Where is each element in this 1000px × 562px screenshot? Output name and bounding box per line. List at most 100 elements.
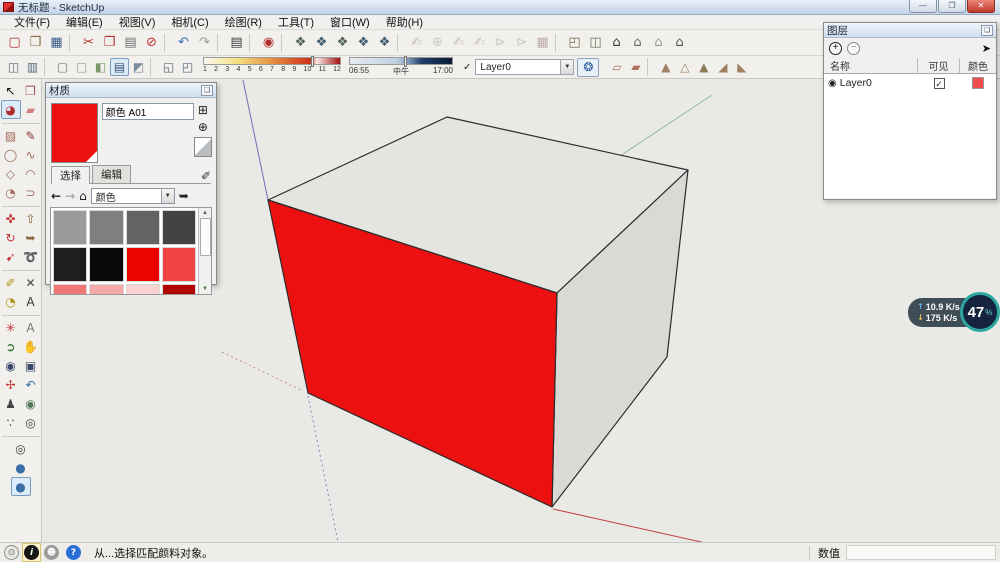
protractor-tool[interactable]: ◔ (1, 292, 21, 311)
pie-tool[interactable]: ◔ (1, 183, 21, 202)
menu-item[interactable]: 编辑(E) (58, 14, 111, 30)
select-tool[interactable]: ↖ (1, 81, 21, 100)
grid-disabled-button[interactable]: ▦ (532, 33, 553, 53)
wireframe-mode-button[interactable]: ▢ (53, 58, 72, 76)
flag-disabled-button[interactable]: ⊳ (490, 33, 511, 53)
scrollbar-thumb[interactable] (200, 218, 211, 256)
layer-row[interactable]: ◉ Layer0 ✓ (824, 74, 996, 92)
line-tool[interactable]: ✎ (21, 126, 41, 145)
color-swatch[interactable] (53, 210, 87, 245)
move-tool[interactable]: ✜ (1, 209, 21, 228)
section-target-tool[interactable]: ◎ (11, 439, 31, 458)
layer-manager-button[interactable]: ❂ (577, 58, 599, 77)
tab-edit[interactable]: 编辑 (92, 165, 131, 183)
color-swatch[interactable] (126, 247, 160, 282)
undo-button[interactable]: ↶ (173, 33, 194, 53)
layer-color-chip[interactable] (972, 77, 984, 89)
detail-arrow-button[interactable]: ➥ (179, 189, 189, 203)
shadow-month-slider[interactable] (203, 57, 341, 65)
scale-tool[interactable]: ➹ (1, 247, 21, 266)
menu-item[interactable]: 绘图(R) (217, 14, 270, 30)
scroll-down-icon[interactable]: ▼ (202, 284, 208, 294)
walk-disabled-button[interactable]: ✍ (406, 33, 427, 53)
close-icon[interactable]: ❏ (981, 25, 993, 36)
add-layer-button[interactable]: + (829, 42, 842, 55)
hidden-line-mode-button[interactable]: □ (72, 58, 91, 76)
layers-panel-titlebar[interactable]: 图层 ❏ (824, 23, 996, 38)
collection-dropdown[interactable]: 颜色 ▼ (91, 188, 175, 204)
look-around-tool[interactable]: ◉ (21, 394, 41, 413)
sample-paint-button[interactable]: ⊕ (198, 120, 208, 134)
menu-item[interactable]: 工具(T) (270, 14, 322, 30)
sandbox-scratch-button[interactable]: △ (675, 58, 694, 76)
orbit-disabled-button[interactable]: ⊕ (427, 33, 448, 53)
print-button[interactable]: ▤ (226, 33, 247, 53)
section-plane-button[interactable]: ▱ (607, 58, 626, 76)
eraser-tool[interactable]: ▰ (21, 100, 41, 119)
back-edges-button[interactable]: ▥ (23, 58, 42, 76)
layer-dropdown[interactable]: ✓ Layer0 ▼ ❂ (463, 58, 599, 77)
memory-usage-badge[interactable]: 47 % (960, 292, 1000, 332)
credits-button[interactable]: i (24, 545, 39, 560)
color-swatch[interactable] (162, 284, 196, 295)
house-outline-button[interactable]: ⌂ (648, 33, 669, 53)
eyedropper-icon[interactable]: ✐ (201, 169, 211, 183)
tab-select[interactable]: 选择 (51, 166, 90, 184)
color-swatch[interactable] (53, 284, 87, 295)
home-icon[interactable]: ⌂ (79, 189, 87, 203)
paint-bucket-tool[interactable]: ◕ (1, 100, 21, 119)
erase-button[interactable]: ⊘ (141, 33, 162, 53)
restore-button[interactable]: ❐ (938, 0, 966, 13)
house-box-button[interactable]: ⌂ (627, 33, 648, 53)
create-material-button[interactable]: ⊞ (198, 103, 208, 117)
sandbox-stamp-button[interactable]: ◢ (713, 58, 732, 76)
help-button[interactable]: ? (66, 545, 81, 560)
circle-tool[interactable]: ◯ (1, 145, 21, 164)
column-name[interactable]: 名称 (824, 58, 918, 73)
redo-button[interactable]: ↷ (194, 33, 215, 53)
monochrome-mode-button[interactable]: ◩ (129, 58, 148, 76)
color-swatch[interactable] (89, 284, 123, 295)
pose2-disabled-button[interactable]: ✍ (469, 33, 490, 53)
shaded-mode-button[interactable]: ◧ (91, 58, 110, 76)
follow-me-tool[interactable]: ➥ (21, 228, 41, 247)
scroll-up-icon[interactable]: ▲ (202, 208, 208, 218)
column-color[interactable]: 颜色 (960, 58, 996, 73)
globe-tool[interactable]: ● (11, 458, 31, 477)
orbit-tool[interactable]: ➲ (1, 337, 21, 356)
dimension-tool[interactable]: ✕ (21, 273, 41, 292)
position-camera-tool[interactable]: ♟ (1, 394, 21, 413)
color-swatch[interactable] (126, 284, 160, 295)
color-swatch[interactable] (53, 247, 87, 282)
visible-checkbox[interactable]: ✓ (934, 78, 945, 89)
pose-disabled-button[interactable]: ✍ (448, 33, 469, 53)
target-tool[interactable]: ◎ (21, 413, 41, 432)
time-slider-handle[interactable] (404, 56, 407, 67)
month-slider-handle[interactable] (311, 56, 314, 67)
current-layer-value[interactable]: Layer0 (475, 59, 561, 75)
default-material-swatch[interactable] (194, 137, 212, 157)
shaded-textures-mode-button[interactable]: ▤ (110, 58, 129, 76)
component-swap-button[interactable]: ❖ (374, 33, 395, 53)
column-visible[interactable]: 可见 (918, 58, 960, 73)
menu-item[interactable]: 窗口(W) (322, 14, 378, 30)
tape-measure-tool[interactable]: ✐ (1, 273, 21, 292)
curve-tool[interactable]: ⊃ (21, 183, 41, 202)
chevron-down-icon[interactable]: ▼ (561, 59, 574, 75)
3d-text-tool[interactable]: A (21, 318, 41, 337)
sandbox-smoove-button[interactable]: ▲ (694, 58, 713, 76)
forward-button[interactable]: → (65, 189, 75, 203)
flag2-disabled-button[interactable]: ⊳ (511, 33, 532, 53)
save-button[interactable]: ▦ (46, 33, 67, 53)
color-swatch[interactable] (162, 210, 196, 245)
shadow-toggle-button[interactable]: ◰ (178, 58, 197, 76)
cut-button[interactable]: ✂ (78, 33, 99, 53)
zoom-extents-tool[interactable]: ✢ (1, 375, 21, 394)
paste-button[interactable]: ▤ (120, 33, 141, 53)
pan-tool[interactable]: ✋ (21, 337, 41, 356)
color-swatch[interactable] (162, 247, 196, 282)
copy-button[interactable]: ❐ (99, 33, 120, 53)
zoom-tool[interactable]: ◉ (1, 356, 21, 375)
get-models-tool[interactable]: ● (11, 477, 31, 496)
shadow-dialog-button[interactable]: ◱ (159, 58, 178, 76)
